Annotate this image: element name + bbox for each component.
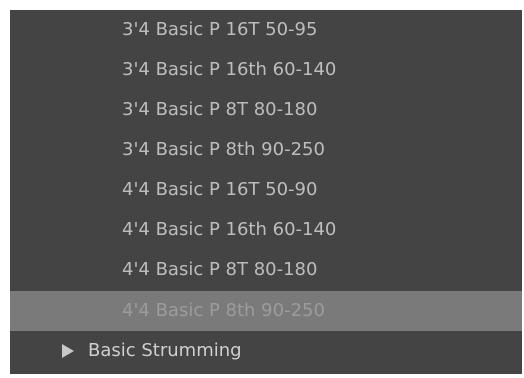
- preset-item[interactable]: 4'4 Basic P 8T 80-180: [10, 250, 522, 290]
- preset-browser-panel: 3'4 Basic P 16T 50-95 3'4 Basic P 16th 6…: [10, 10, 522, 374]
- preset-item[interactable]: 3'4 Basic P 8th 90-250: [10, 130, 522, 170]
- folder-basic-strumming[interactable]: Basic Strumming: [10, 331, 522, 371]
- preset-item[interactable]: 4'4 Basic P 16T 50-90: [10, 170, 522, 210]
- preset-item-selected[interactable]: 4'4 Basic P 8th 90-250: [10, 291, 522, 331]
- expand-arrow-icon[interactable]: [62, 344, 74, 358]
- preset-item[interactable]: 3'4 Basic P 16th 60-140: [10, 50, 522, 90]
- folder-label: Basic Strumming: [88, 340, 242, 361]
- preset-item[interactable]: 4'4 Basic P 16th 60-140: [10, 210, 522, 250]
- preset-item[interactable]: 3'4 Basic P 8T 80-180: [10, 90, 522, 130]
- preset-item[interactable]: 3'4 Basic P 16T 50-95: [10, 10, 522, 50]
